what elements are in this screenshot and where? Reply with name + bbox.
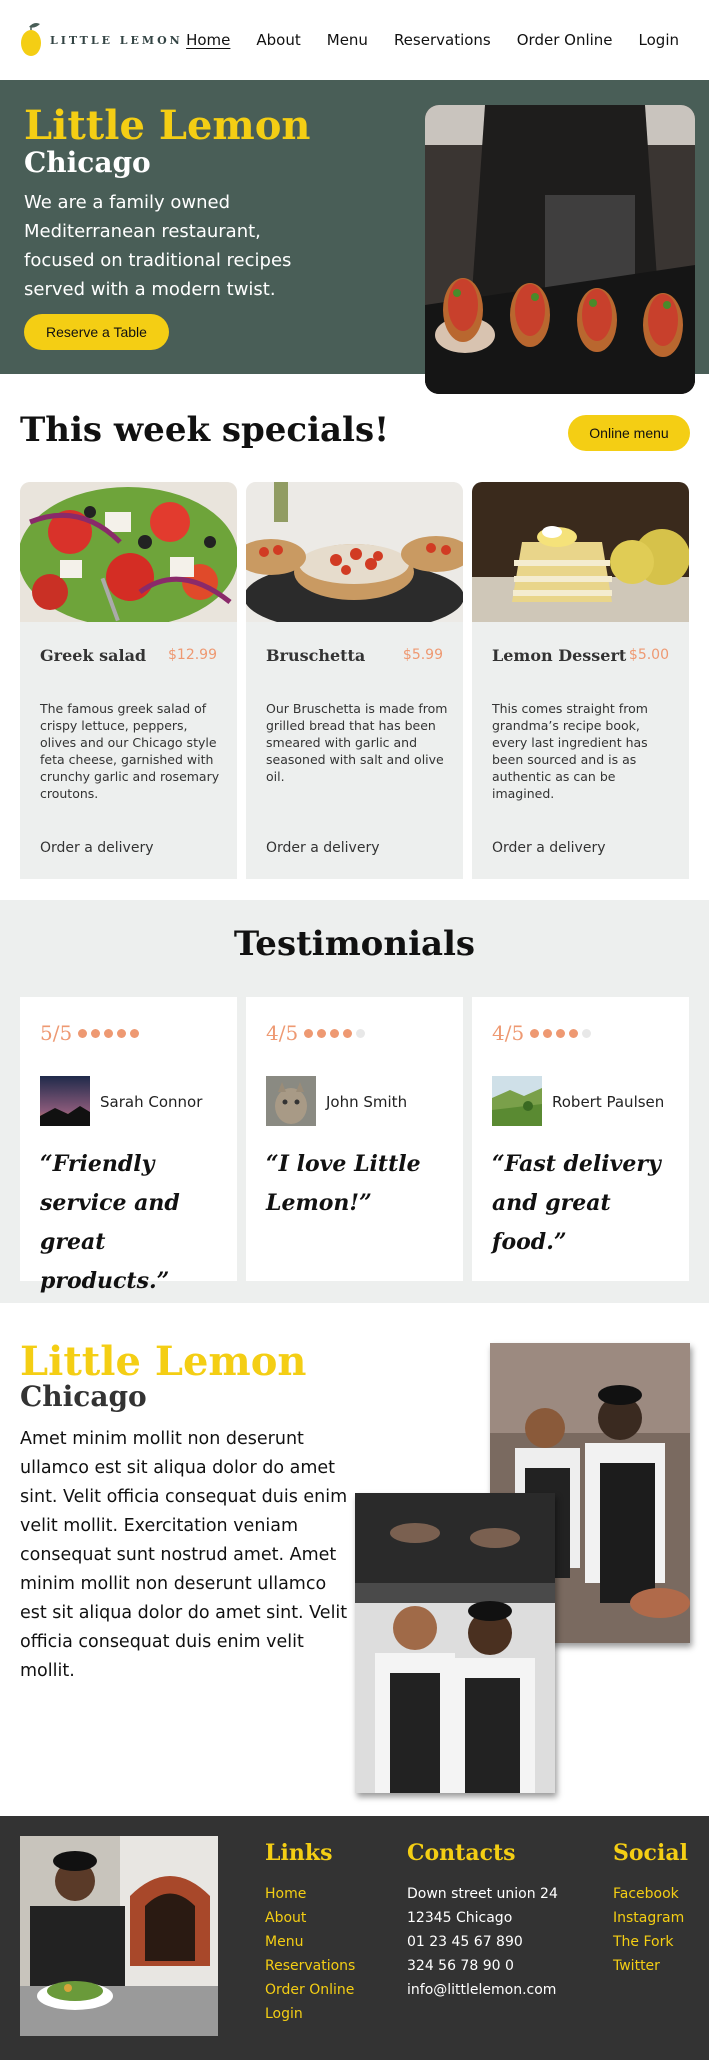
about-title: Little Lemon bbox=[20, 1338, 307, 1385]
rating-text: 4/5 bbox=[492, 1021, 525, 1045]
footer-link-order-online[interactable]: Order Online bbox=[265, 1978, 355, 2002]
greek-salad-image bbox=[20, 482, 237, 622]
star-icon bbox=[317, 1028, 327, 1038]
social-facebook[interactable]: Facebook bbox=[613, 1882, 688, 1906]
order-delivery-link[interactable]: Order a delivery bbox=[492, 840, 605, 856]
reserve-table-button[interactable]: Reserve a Table bbox=[24, 314, 169, 350]
special-name: Greek salad bbox=[40, 646, 147, 665]
testimonial-quote: “I love Little Lemon!” bbox=[266, 1151, 421, 1216]
star-icon bbox=[530, 1028, 540, 1038]
footer-chef-image bbox=[20, 1836, 218, 2036]
special-description: This comes straight from grandma’s recip… bbox=[492, 701, 648, 801]
nav-home[interactable]: Home bbox=[186, 31, 230, 49]
special-name: Lemon Dessert bbox=[492, 646, 627, 665]
footer-social-title: Social bbox=[613, 1840, 688, 1866]
contact-phone-2[interactable]: 324 56 78 90 0 bbox=[407, 1954, 558, 1978]
logo[interactable]: LITTLE LEMON bbox=[20, 21, 183, 59]
star-icon bbox=[130, 1028, 140, 1038]
testimonial-quote: “Friendly service and great products.” bbox=[40, 1151, 180, 1294]
specials-title: This week specials! bbox=[20, 410, 390, 450]
special-description: The famous greek salad of crispy lettuce… bbox=[40, 701, 220, 801]
footer-link-about[interactable]: About bbox=[265, 1906, 355, 1930]
rating: 4/5 bbox=[266, 1021, 366, 1045]
star-icon bbox=[569, 1028, 579, 1038]
contact-email[interactable]: info@littlelemon.com bbox=[407, 1978, 558, 2002]
chefs-image-2 bbox=[355, 1493, 555, 1793]
site-footer: Links Home About Menu Reservations Order… bbox=[0, 1816, 709, 2060]
special-price: $5.99 bbox=[402, 647, 443, 663]
star-empty-icon bbox=[356, 1028, 366, 1038]
footer-link-home[interactable]: Home bbox=[265, 1882, 355, 1906]
testimonial-quote: “Fast delivery and great food.” bbox=[492, 1151, 661, 1255]
star-icon bbox=[330, 1028, 340, 1038]
star-icon bbox=[543, 1028, 553, 1038]
rating: 4/5 bbox=[492, 1021, 592, 1045]
star-icon bbox=[104, 1028, 114, 1038]
bruschetta-image bbox=[246, 482, 463, 622]
order-delivery-link[interactable]: Order a delivery bbox=[40, 840, 153, 856]
special-card-bruschetta[interactable]: Bruschetta $5.99 Our Bruschetta is made … bbox=[246, 482, 463, 879]
hero-section: Little Lemon Chicago We are a family own… bbox=[0, 80, 709, 394]
star-icon bbox=[304, 1028, 314, 1038]
hero-description: We are a family owned Mediterranean rest… bbox=[24, 192, 292, 300]
footer-links-title: Links bbox=[265, 1840, 333, 1866]
testimonial-card: 4/5 John Smith “I love Little Lemon!” bbox=[246, 997, 463, 1281]
lemon-dessert-image bbox=[472, 482, 689, 622]
site-header: LITTLE LEMON Home About Menu Reservation… bbox=[0, 0, 709, 80]
special-price: $12.99 bbox=[168, 647, 217, 663]
rating: 5/5 bbox=[40, 1021, 140, 1045]
about-text: Amet minim mollit non deserunt ullamco e… bbox=[20, 1429, 348, 1681]
avatar bbox=[492, 1076, 542, 1126]
footer-social: Social Facebook Instagram The Fork Twitt… bbox=[613, 1840, 688, 1978]
rating-text: 5/5 bbox=[40, 1021, 73, 1045]
hero-subtitle: Chicago bbox=[24, 146, 151, 179]
testimonial-card: 4/5 Robert Paulsen “Fast delivery and gr… bbox=[472, 997, 689, 1281]
footer-contacts: Contacts Down street union 24 12345 Chic… bbox=[407, 1840, 558, 2002]
avatar bbox=[266, 1076, 316, 1126]
social-twitter[interactable]: Twitter bbox=[613, 1954, 688, 1978]
footer-link-reservations[interactable]: Reservations bbox=[265, 1954, 355, 1978]
special-name: Bruschetta bbox=[266, 646, 366, 665]
star-icon bbox=[343, 1028, 353, 1038]
testimonials-title: Testimonials bbox=[233, 924, 476, 964]
hero-image bbox=[425, 105, 695, 394]
footer-link-login[interactable]: Login bbox=[265, 2002, 355, 2026]
contact-address: Down street union 24 bbox=[407, 1886, 558, 1902]
nav-about[interactable]: About bbox=[256, 31, 300, 49]
star-icon bbox=[91, 1028, 101, 1038]
nav-login[interactable]: Login bbox=[639, 31, 679, 49]
footer-contacts-title: Contacts bbox=[407, 1840, 516, 1866]
online-menu-button[interactable]: Online menu bbox=[568, 415, 690, 451]
logo-text: LITTLE LEMON bbox=[50, 33, 183, 47]
order-delivery-link[interactable]: Order a delivery bbox=[266, 840, 379, 856]
special-card-lemon-dessert[interactable]: Lemon Dessert $5.00 This comes straight … bbox=[472, 482, 689, 879]
nav-order-online[interactable]: Order Online bbox=[517, 31, 613, 49]
avatar bbox=[40, 1076, 90, 1126]
reviewer-name: Sarah Connor bbox=[100, 1093, 203, 1111]
hero-title: Little Lemon bbox=[24, 102, 311, 149]
lemon-logo-icon bbox=[21, 23, 41, 56]
social-thefork[interactable]: The Fork bbox=[613, 1930, 688, 1954]
star-icon bbox=[117, 1028, 127, 1038]
footer-links: Links Home About Menu Reservations Order… bbox=[265, 1840, 355, 2026]
special-description: Our Bruschetta is made from grilled brea… bbox=[266, 701, 448, 784]
about-subtitle: Chicago bbox=[20, 1380, 147, 1413]
star-icon bbox=[556, 1028, 566, 1038]
nav-reservations[interactable]: Reservations bbox=[394, 31, 491, 49]
special-card-greek-salad[interactable]: Greek salad $12.99 The famous greek sala… bbox=[20, 482, 237, 879]
star-empty-icon bbox=[582, 1028, 592, 1038]
star-icon bbox=[78, 1028, 88, 1038]
main-nav: Home About Menu Reservations Order Onlin… bbox=[186, 0, 679, 80]
reviewer-name: John Smith bbox=[326, 1093, 408, 1111]
nav-menu[interactable]: Menu bbox=[327, 31, 368, 49]
contact-phone[interactable]: 01 23 45 67 890 bbox=[407, 1930, 558, 1954]
social-instagram[interactable]: Instagram bbox=[613, 1906, 688, 1930]
footer-link-menu[interactable]: Menu bbox=[265, 1930, 355, 1954]
contact-city: 12345 Chicago bbox=[407, 1910, 513, 1926]
testimonial-card: 5/5 Sarah Connor “Friendly service and g… bbox=[20, 997, 237, 1294]
rating-text: 4/5 bbox=[266, 1021, 299, 1045]
reviewer-name: Robert Paulsen bbox=[552, 1093, 665, 1111]
special-price: $5.00 bbox=[628, 647, 669, 663]
